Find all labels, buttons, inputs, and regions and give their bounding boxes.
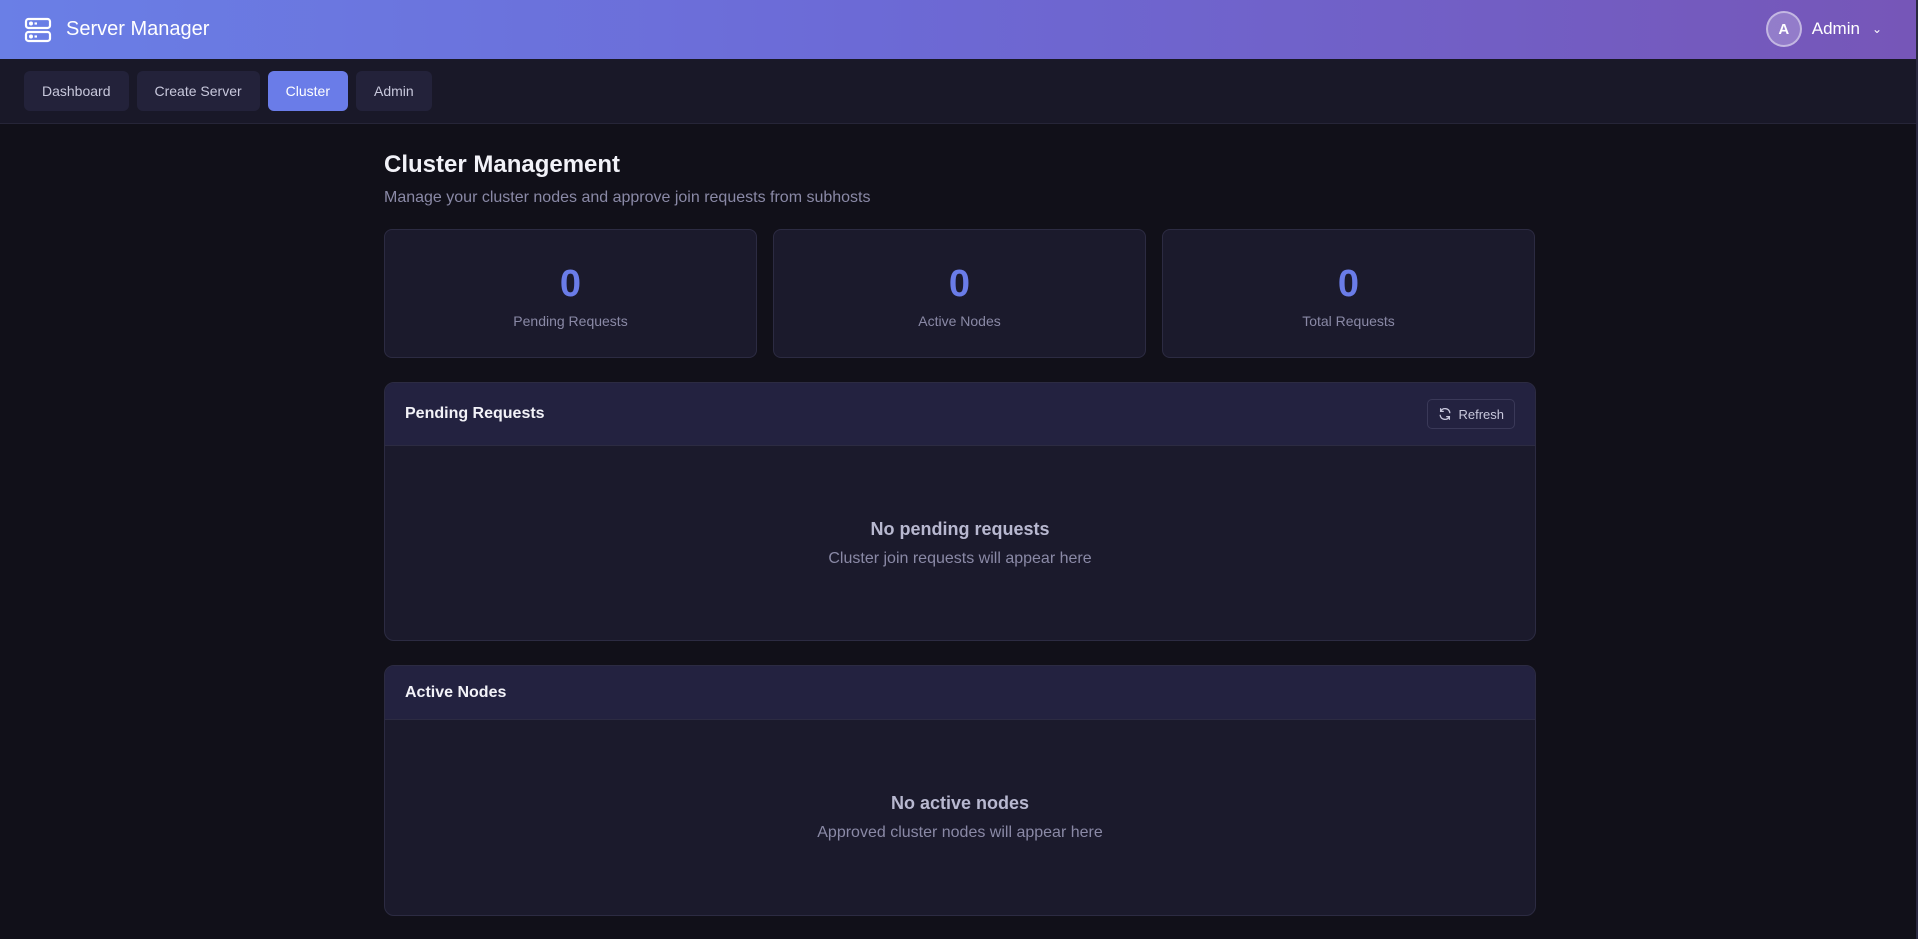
stat-label: Pending Requests: [513, 312, 628, 329]
main-content: Cluster Management Manage your cluster n…: [384, 124, 1536, 916]
active-nodes-panel: Active Nodes No active nodes Approved cl…: [384, 665, 1536, 916]
nav-dashboard-button[interactable]: Dashboard: [24, 71, 129, 111]
empty-title: No active nodes: [890, 793, 1030, 813]
empty-title: No pending requests: [870, 518, 1050, 539]
main-nav: Dashboard Create Server Cluster Admin: [0, 59, 1918, 124]
nav-cluster-button[interactable]: Cluster: [267, 71, 349, 111]
nav-admin-button[interactable]: Admin: [356, 71, 432, 111]
stats-row: 0 Pending Requests 0 Active Nodes 0 Tota…: [384, 229, 1536, 358]
pending-requests-panel: Pending Requests Refresh No pending requ…: [384, 382, 1536, 641]
nodes-empty-state: No active nodes Approved cluster nodes w…: [385, 720, 1535, 915]
avatar: A: [1765, 11, 1802, 47]
panel-header: Pending Requests Refresh: [385, 383, 1535, 446]
panel-header: Active Nodes: [385, 666, 1535, 720]
panel-title: Pending Requests: [405, 405, 545, 422]
stat-value: 0: [1337, 262, 1360, 305]
stat-label: Active Nodes: [918, 312, 1001, 329]
empty-text: Approved cluster nodes will appear here: [817, 824, 1103, 841]
nav-create-server-button[interactable]: Create Server: [136, 71, 260, 111]
brand[interactable]: Server Manager: [24, 16, 209, 44]
refresh-label: Refresh: [1458, 406, 1504, 422]
page-subtitle: Manage your cluster nodes and approve jo…: [384, 189, 871, 206]
user-name: Admin: [1811, 19, 1860, 38]
top-bar: Server Manager A Admin ⌄: [0, 0, 1918, 59]
app-title: Server Manager: [66, 18, 210, 40]
stat-card-total-requests: 0 Total Requests: [1162, 229, 1535, 358]
stat-card-pending-requests: 0 Pending Requests: [384, 229, 757, 358]
empty-text: Cluster join requests will appear here: [828, 549, 1092, 567]
refresh-button[interactable]: Refresh: [1427, 399, 1515, 429]
stat-label: Total Requests: [1302, 312, 1395, 329]
user-menu[interactable]: A Admin ⌄: [1765, 11, 1882, 47]
stat-card-active-nodes: 0 Active Nodes: [773, 229, 1146, 358]
chevron-down-icon: ⌄: [1871, 22, 1882, 36]
server-icon: [24, 17, 52, 42]
stat-value: 0: [948, 262, 971, 305]
stat-value: 0: [559, 262, 582, 305]
page-title: Cluster Management: [384, 151, 621, 178]
panel-title: Active Nodes: [405, 683, 507, 701]
refresh-icon: [1440, 407, 1451, 421]
pending-empty-state: No pending requests Cluster join request…: [385, 446, 1535, 640]
